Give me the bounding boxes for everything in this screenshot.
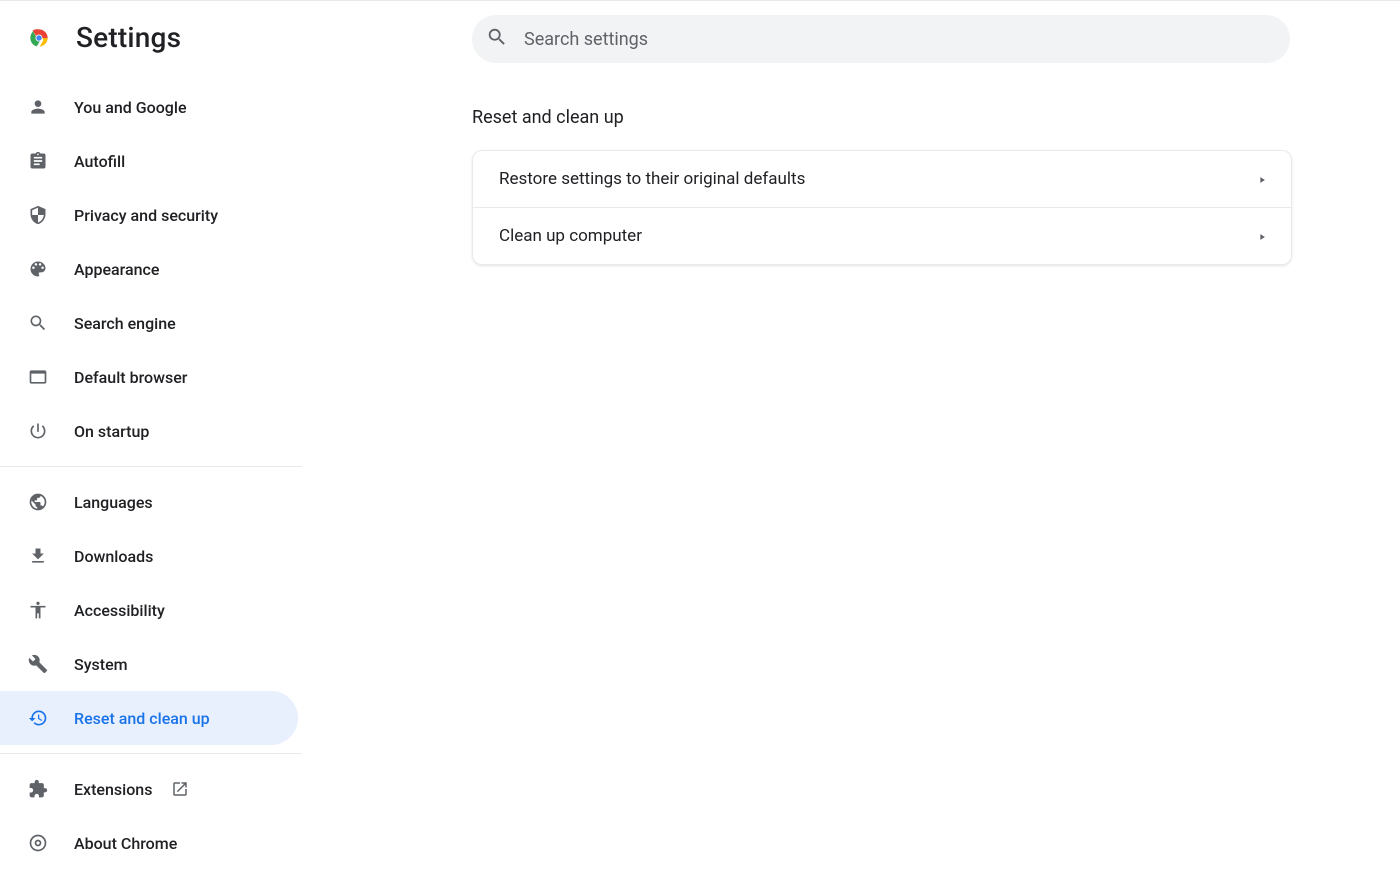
main-area: Reset and clean up Restore settings to t… (302, 1, 1400, 896)
list-item-label: Clean up computer (499, 226, 642, 246)
sidebar-nav: You and Google Autofill Privacy and securi… (0, 72, 302, 870)
wrench-icon (28, 654, 48, 674)
sidebar-item-reset-and-clean-up[interactable]: Reset and clean up (0, 691, 298, 745)
sidebar-item-default-browser[interactable]: Default browser (0, 350, 298, 404)
sidebar-item-label: Extensions (74, 780, 152, 799)
list-item-restore-defaults[interactable]: Restore settings to their original defau… (473, 151, 1291, 207)
globe-icon (28, 492, 48, 512)
chrome-outline-icon (28, 833, 48, 853)
chevron-right-icon (1257, 170, 1267, 189)
sidebar-item-label: Accessibility (74, 601, 165, 620)
sidebar-item-you-and-google[interactable]: You and Google (0, 80, 298, 134)
sidebar-item-languages[interactable]: Languages (0, 475, 298, 529)
sidebar-item-label: On startup (74, 422, 149, 441)
sidebar-item-label: Privacy and security (74, 206, 218, 225)
list-item-label: Restore settings to their original defau… (499, 169, 805, 189)
puzzle-icon (28, 779, 48, 799)
clipboard-icon (28, 151, 48, 171)
sidebar-item-search-engine[interactable]: Search engine (0, 296, 298, 350)
sidebar-item-label: Default browser (74, 368, 187, 387)
sidebar-item-on-startup[interactable]: On startup (0, 404, 298, 458)
open-in-new-icon (170, 779, 190, 799)
chevron-right-icon (1257, 227, 1267, 246)
sidebar-item-label: Reset and clean up (74, 709, 210, 728)
sidebar: Settings You and Google Autofill Privacy a… (0, 1, 302, 896)
power-icon (28, 421, 48, 441)
download-icon (28, 546, 48, 566)
sidebar-item-label: You and Google (74, 98, 187, 117)
content-section: Reset and clean up Restore settings to t… (472, 107, 1292, 265)
browser-icon (28, 367, 48, 387)
sidebar-item-about-chrome[interactable]: About Chrome (0, 816, 298, 870)
sidebar-item-label: Autofill (74, 152, 125, 171)
search-icon (486, 26, 524, 52)
nav-divider (0, 753, 302, 754)
shield-icon (28, 205, 48, 225)
search-box[interactable] (472, 15, 1290, 63)
sidebar-item-label: Search engine (74, 314, 176, 333)
search-icon (28, 313, 48, 333)
sidebar-item-privacy-and-security[interactable]: Privacy and security (0, 188, 298, 242)
sidebar-item-autofill[interactable]: Autofill (0, 134, 298, 188)
sidebar-item-label: System (74, 655, 128, 674)
list-item-clean-up-computer[interactable]: Clean up computer (473, 207, 1291, 264)
page-title: Settings (76, 21, 181, 54)
accessibility-icon (28, 600, 48, 620)
chrome-logo-icon (26, 25, 52, 51)
sidebar-item-label: About Chrome (74, 834, 177, 853)
sidebar-item-extensions[interactable]: Extensions (0, 762, 298, 816)
sidebar-item-system[interactable]: System (0, 637, 298, 691)
history-icon (28, 708, 48, 728)
nav-divider (0, 466, 302, 467)
sidebar-item-accessibility[interactable]: Accessibility (0, 583, 298, 637)
sidebar-item-downloads[interactable]: Downloads (0, 529, 298, 583)
settings-card: Restore settings to their original defau… (472, 150, 1292, 265)
settings-header: Settings (0, 15, 302, 72)
sidebar-item-appearance[interactable]: Appearance (0, 242, 298, 296)
sidebar-item-label: Languages (74, 493, 153, 512)
search-input[interactable] (524, 29, 1276, 50)
person-icon (28, 97, 48, 117)
sidebar-item-label: Downloads (74, 547, 153, 566)
palette-icon (28, 259, 48, 279)
section-title: Reset and clean up (472, 107, 1292, 128)
sidebar-item-label: Appearance (74, 260, 159, 279)
